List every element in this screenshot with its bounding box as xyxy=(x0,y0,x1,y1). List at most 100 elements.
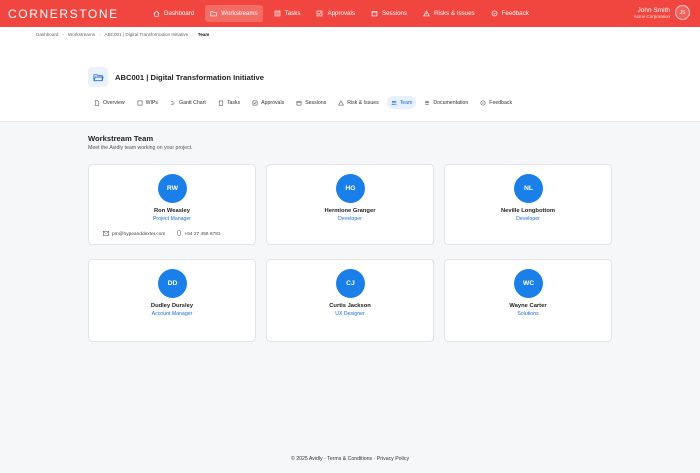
tab-team[interactable]: Team xyxy=(386,96,417,109)
chat-icon xyxy=(480,100,486,106)
user-name: John Smith xyxy=(637,6,670,14)
nav-tasks[interactable]: Tasks xyxy=(269,5,306,22)
member-name: Neville Longbottom xyxy=(500,208,556,214)
list-icon xyxy=(274,10,281,17)
avatar: HG xyxy=(336,174,365,203)
member-name: Curtis Jackson xyxy=(329,303,371,309)
mail-icon xyxy=(103,230,109,238)
tab-tasks[interactable]: Tasks xyxy=(214,96,244,109)
member-name: Dudley Dursley xyxy=(150,303,194,309)
user-menu[interactable]: John Smith Acme Corporation JS xyxy=(634,5,690,20)
nav-label: Sessions xyxy=(381,10,408,17)
nav-label: Tasks xyxy=(284,10,301,17)
breadcrumb-current: Team xyxy=(197,32,210,37)
tab-sessions[interactable]: Sessions xyxy=(292,96,330,109)
page-header: Dashboard › Workstreams › ABC001 | Digit… xyxy=(0,27,700,122)
avatar[interactable]: JS xyxy=(675,5,690,20)
member-phone[interactable]: +64 27 456 6781 xyxy=(177,230,221,238)
page-title: ABC001 | Digital Transformation Initiati… xyxy=(115,73,264,82)
tab-label: Overview xyxy=(103,99,125,106)
team-member-card: DD Dudley Dursley Account Manager xyxy=(88,259,256,342)
breadcrumb-dashboard[interactable]: Dashboard xyxy=(36,32,58,37)
avatar: NL xyxy=(514,174,543,203)
nav-sessions[interactable]: Sessions xyxy=(366,5,412,22)
avatar: WC xyxy=(514,269,543,298)
nav-dashboard[interactable]: Dashboard xyxy=(148,5,199,22)
nav-label: Feedback xyxy=(501,10,529,17)
users-icon xyxy=(391,100,397,106)
user-org: Acme Corporation xyxy=(633,13,670,19)
gantt-icon xyxy=(170,100,176,106)
phone-text: +64 27 456 6781 xyxy=(184,231,221,237)
tab-label: Approvals xyxy=(261,99,285,106)
tab-label: Risk & Issues xyxy=(347,99,379,106)
calendar-icon xyxy=(296,100,302,106)
tab-label: Gantt Chart xyxy=(179,99,206,106)
top-navbar: CORNERSTONE Dashboard Workstreams Tasks … xyxy=(0,0,700,27)
document-icon xyxy=(94,99,100,106)
member-role: Solutions xyxy=(517,311,539,317)
warning-icon xyxy=(338,99,345,106)
member-email[interactable]: pm@hypeanddexter.com xyxy=(103,230,166,238)
team-member-card: HG Hermione Granger Developer xyxy=(266,164,434,245)
breadcrumb-separator: › xyxy=(192,32,194,37)
team-member-card: WC Wayne Carter Solutions xyxy=(444,259,612,342)
member-name: Ron Weasley xyxy=(154,208,190,214)
avatar: DD xyxy=(158,269,187,298)
breadcrumb: Dashboard › Workstreams › ABC001 | Digit… xyxy=(36,32,209,37)
team-member-card: RW Ron Weasley Project Manager pm@hypean… xyxy=(88,164,256,245)
member-role: Developer xyxy=(516,216,540,222)
folder-open-icon xyxy=(88,67,108,87)
home-icon xyxy=(153,10,160,17)
list-icon xyxy=(137,100,143,106)
member-role: UX Designer xyxy=(335,311,365,317)
team-member-card: NL Neville Longbottom Developer xyxy=(444,164,612,245)
section-title: Workstream Team xyxy=(88,134,154,143)
project-tabs: Overview WIPs Gantt Chart Tasks Approval… xyxy=(90,96,516,109)
nav-feedback[interactable]: Feedback xyxy=(486,5,534,22)
tab-label: Feedback xyxy=(489,99,513,106)
member-role: Project Manager xyxy=(152,216,192,222)
folder-icon xyxy=(210,10,217,17)
tab-label: Tasks xyxy=(226,99,241,106)
chat-icon xyxy=(491,10,498,17)
breadcrumb-project[interactable]: ABC001 | Digital Transformation Initiati… xyxy=(105,32,189,37)
avatar: RW xyxy=(158,174,187,203)
member-name: Wayne Carter xyxy=(509,303,547,309)
avatar: CJ xyxy=(336,269,365,298)
nav-label: Approvals xyxy=(327,10,355,17)
tab-approvals[interactable]: Approvals xyxy=(248,96,288,109)
brand-logo[interactable]: CORNERSTONE xyxy=(8,7,119,21)
member-role: Developer xyxy=(338,216,362,222)
member-name: Hermione Granger xyxy=(324,208,376,214)
tab-risk-issues[interactable]: Risk & Issues xyxy=(334,96,382,109)
nav-workstreams[interactable]: Workstreams xyxy=(205,5,263,22)
calendar-icon xyxy=(371,10,378,17)
breadcrumb-workstreams[interactable]: Workstreams xyxy=(68,32,95,37)
nav-label: Dashboard xyxy=(164,10,195,17)
nav-label: Workstreams xyxy=(221,10,258,17)
user-info: John Smith Acme Corporation xyxy=(634,7,670,19)
tab-feedback[interactable]: Feedback xyxy=(476,96,516,109)
tab-label: Team xyxy=(399,99,413,106)
tab-label: Sessions xyxy=(305,99,327,106)
nav-approvals[interactable]: Approvals xyxy=(311,5,360,22)
nav-label: Risks & Issues xyxy=(434,10,475,17)
tab-documentation[interactable]: Documentation xyxy=(420,96,472,109)
main-nav: Dashboard Workstreams Tasks Approvals Se… xyxy=(148,5,534,22)
breadcrumb-separator: › xyxy=(99,32,101,37)
team-member-card: CJ Curtis Jackson UX Designer xyxy=(266,259,434,342)
nav-risks-issues[interactable]: Risks & Issues xyxy=(418,5,480,22)
tab-label: WIPs xyxy=(145,99,159,106)
check-icon xyxy=(316,10,323,17)
documents-icon xyxy=(424,100,430,106)
tab-wips[interactable]: WIPs xyxy=(133,96,162,109)
check-icon xyxy=(252,100,258,106)
member-role: Account Manager xyxy=(151,311,193,317)
tab-overview[interactable]: Overview xyxy=(90,96,129,109)
warning-icon xyxy=(423,10,430,17)
email-text: pm@hypeanddexter.com xyxy=(112,231,166,237)
phone-icon xyxy=(177,230,182,238)
tab-gantt-chart[interactable]: Gantt Chart xyxy=(166,96,210,109)
footer: © 2025 Avidly · Terms & Conditions · Pri… xyxy=(290,456,410,462)
